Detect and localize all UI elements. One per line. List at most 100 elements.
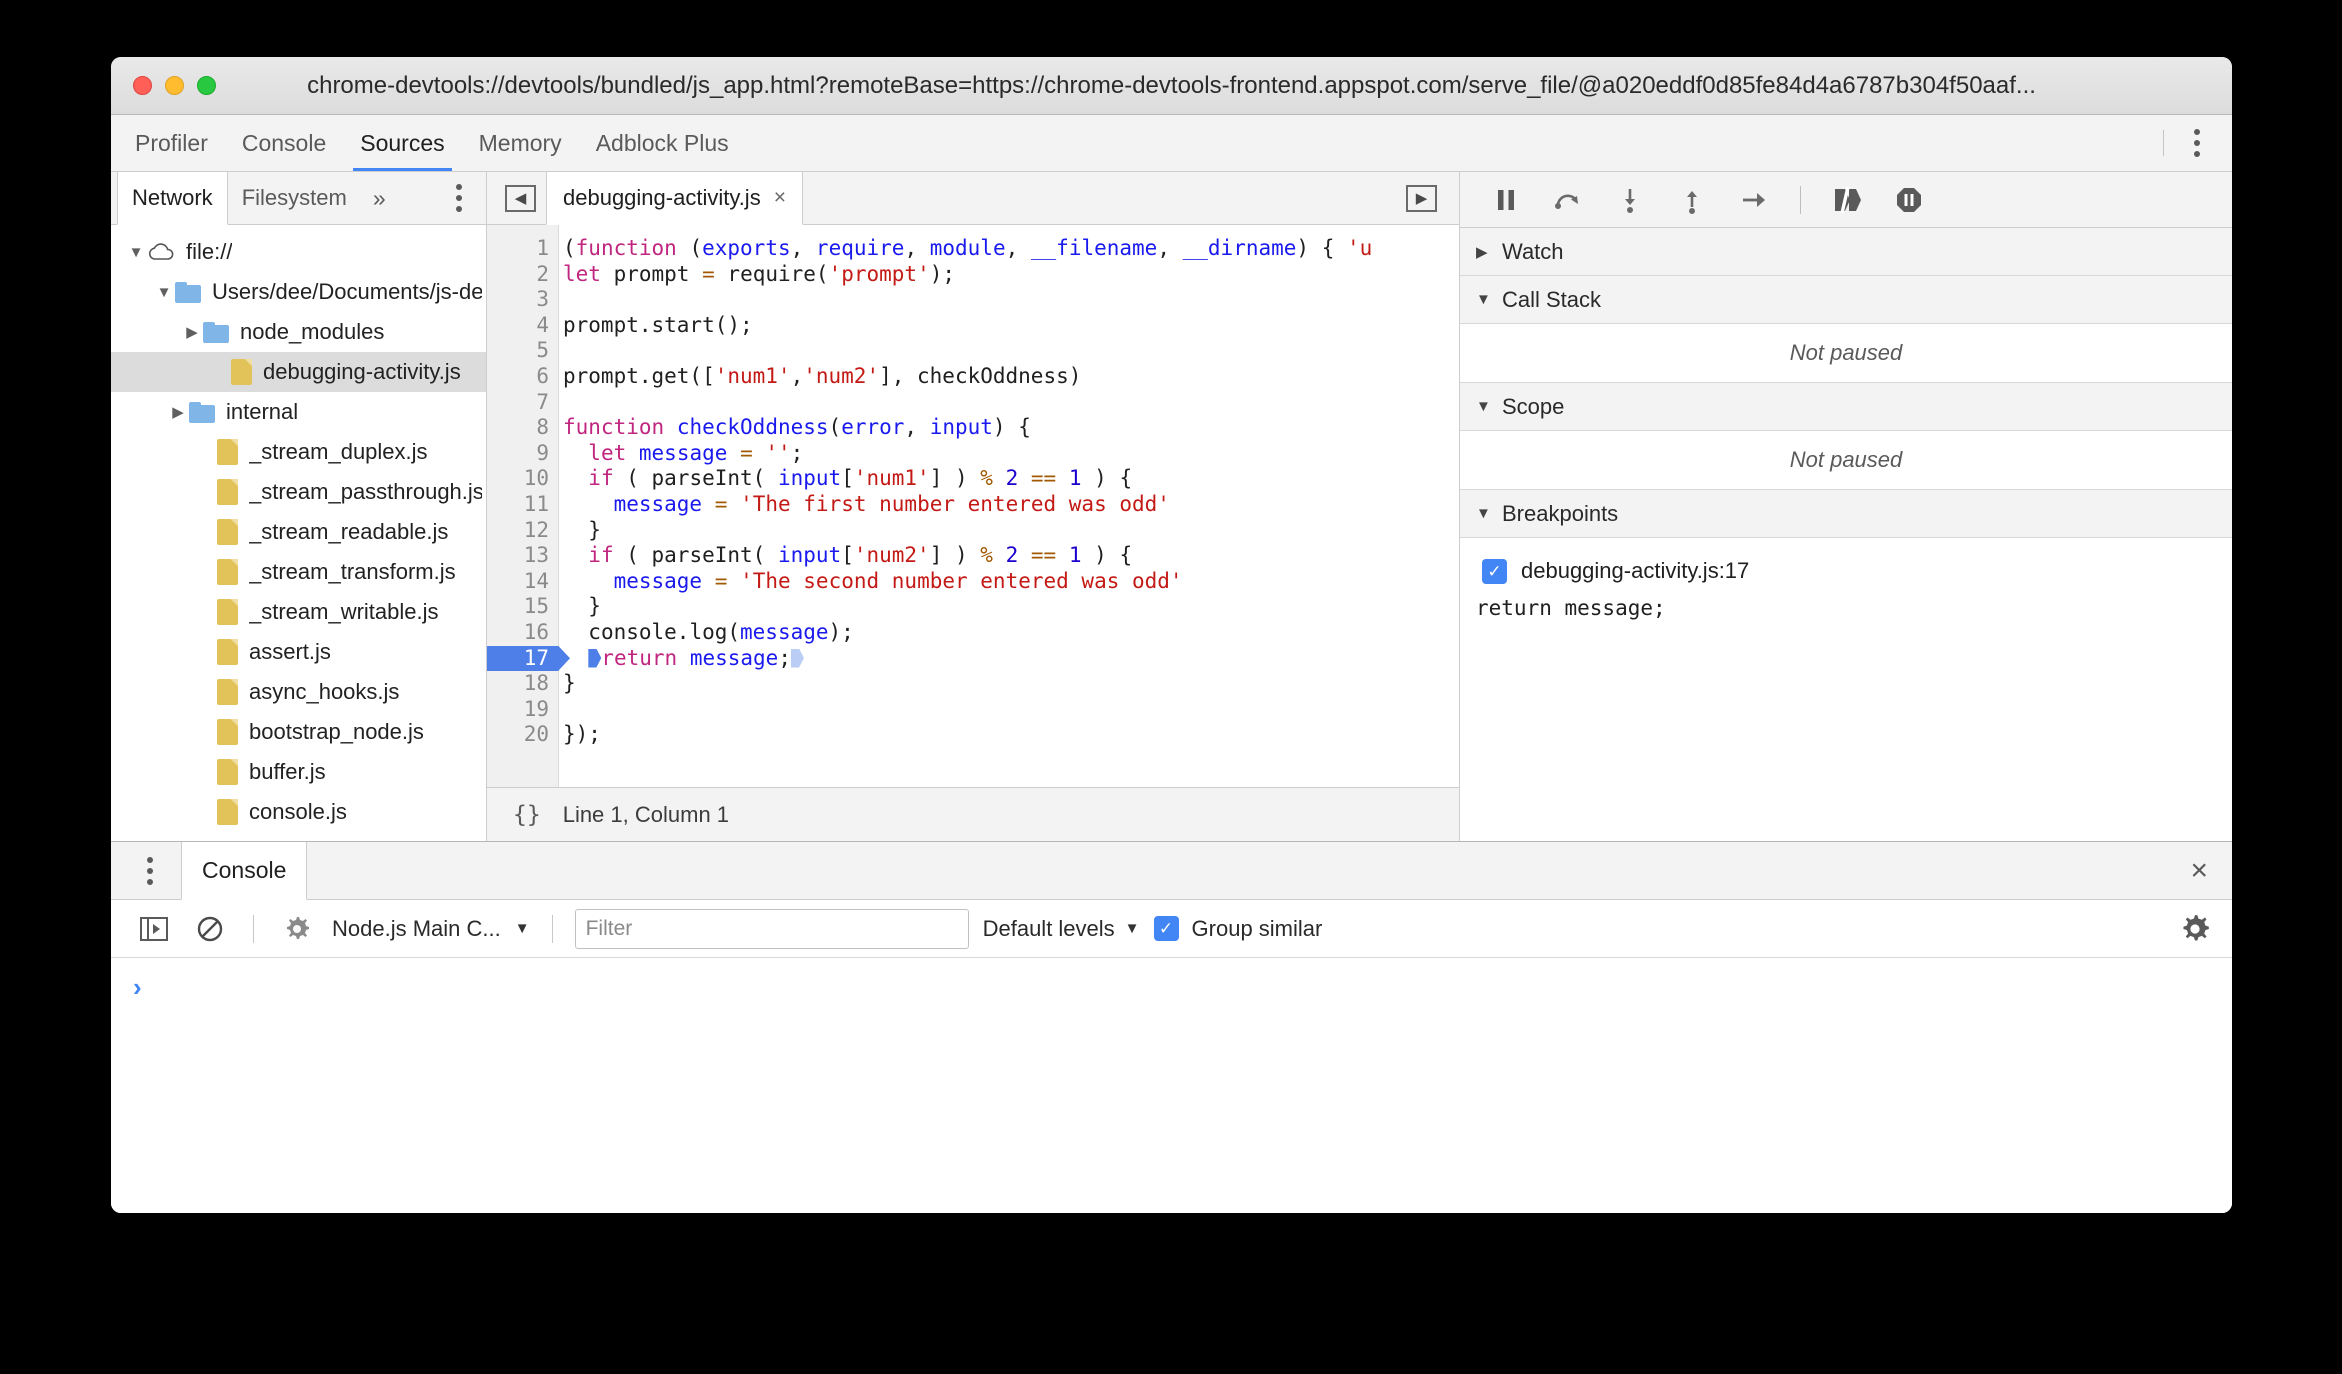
tree-item-console-js[interactable]: console.js — [111, 792, 486, 832]
breakpoint-enabled-checkbox[interactable]: ✓ — [1482, 558, 1507, 584]
twisty-collapsed-icon[interactable]: ▶ — [167, 405, 189, 420]
clear-console-icon[interactable] — [189, 909, 231, 949]
navigator-tab-filesystem[interactable]: Filesystem — [228, 172, 361, 224]
navigator-menu-kebab-icon[interactable] — [446, 172, 486, 224]
line-number-3[interactable]: 3 — [487, 287, 558, 313]
step-out-icon[interactable] — [1670, 180, 1714, 220]
section-header-call-stack[interactable]: ▼ Call Stack — [1460, 276, 2232, 324]
section-header-watch[interactable]: ▶ Watch — [1460, 228, 2232, 276]
tree-item-stream-readable-js[interactable]: _stream_readable.js — [111, 512, 486, 552]
tree-item-async-hooks-js[interactable]: async_hooks.js — [111, 672, 486, 712]
console-log-levels-dropdown[interactable]: Default levels ▼ — [983, 916, 1140, 942]
step-into-icon[interactable] — [1608, 180, 1652, 220]
console-context-selector[interactable]: Node.js Main C... — [332, 916, 501, 942]
tree-item-stream-writable-js[interactable]: _stream_writable.js — [111, 592, 486, 632]
line-number-14[interactable]: 14 — [487, 569, 558, 595]
tree-item-internal[interactable]: ▶ internal — [111, 392, 486, 432]
code-line-18[interactable]: } — [563, 671, 1459, 697]
code-line-7[interactable] — [563, 390, 1459, 416]
code-line-2[interactable]: let prompt = require('prompt'); — [563, 262, 1459, 288]
line-number-11[interactable]: 11 — [487, 492, 558, 518]
code-line-9[interactable]: let message = ''; — [563, 441, 1459, 467]
tab-adblock-plus[interactable]: Adblock Plus — [579, 115, 746, 171]
tree-item-stream-duplex-js[interactable]: _stream_duplex.js — [111, 432, 486, 472]
line-number-18[interactable]: 18 — [487, 671, 558, 697]
tree-item-bootstrap-node-js[interactable]: bootstrap_node.js — [111, 712, 486, 752]
line-number-4[interactable]: 4 — [487, 313, 558, 339]
close-icon[interactable]: × — [774, 186, 786, 210]
code-line-10[interactable]: if ( parseInt( input['num1'] ) % 2 == 1 … — [563, 466, 1459, 492]
panel-collapse-left-icon[interactable]: ◀ — [505, 184, 536, 212]
tree-item-assert-js[interactable]: assert.js — [111, 632, 486, 672]
code-editor[interactable]: 1 2 3 4 5 6 7 8 9 10 11 12 13 14 15 16 17 18 19 20 (functio… — [487, 225, 1459, 787]
drawer-menu-kebab-icon[interactable] — [119, 842, 181, 899]
code-line-19[interactable] — [563, 697, 1459, 723]
line-number-20[interactable]: 20 — [487, 722, 558, 748]
show-console-sidebar-icon[interactable] — [133, 909, 175, 949]
code-line-4[interactable]: prompt.start(); — [563, 313, 1459, 339]
chevron-down-icon[interactable]: ▼ — [1476, 398, 1491, 415]
tree-item-file-root[interactable]: ▼ file:// — [111, 232, 486, 272]
line-number-15[interactable]: 15 — [487, 594, 558, 620]
code-line-13[interactable]: if ( parseInt( input['num2'] ) % 2 == 1 … — [563, 543, 1459, 569]
editor-tab-debugging-activity-js[interactable]: debugging-activity.js × — [546, 172, 803, 225]
code-line-5[interactable] — [563, 338, 1459, 364]
line-number-17[interactable]: 17 — [487, 646, 570, 672]
group-similar-toggle[interactable]: ✓ Group similar — [1153, 916, 1322, 942]
twisty-expanded-icon[interactable]: ▼ — [153, 285, 175, 300]
line-number-2[interactable]: 2 — [487, 262, 558, 288]
line-number-9[interactable]: 9 — [487, 441, 558, 467]
code-line-3[interactable] — [563, 287, 1459, 313]
navigator-more-tabs-icon[interactable]: » — [361, 172, 398, 224]
tab-memory[interactable]: Memory — [462, 115, 579, 171]
twisty-collapsed-icon[interactable]: ▶ — [181, 325, 203, 340]
line-number-19[interactable]: 19 — [487, 697, 558, 723]
line-number-gutter[interactable]: 1 2 3 4 5 6 7 8 9 10 11 12 13 14 15 16 17 18 19 20 — [487, 225, 559, 787]
chevron-right-icon[interactable]: ▶ — [1476, 243, 1490, 261]
line-number-8[interactable]: 8 — [487, 415, 558, 441]
line-number-16[interactable]: 16 — [487, 620, 558, 646]
line-number-7[interactable]: 7 — [487, 390, 558, 416]
group-similar-checkbox[interactable]: ✓ — [1153, 916, 1179, 941]
console-settings-gear-icon[interactable] — [2180, 914, 2210, 944]
code-line-20[interactable]: }); — [563, 722, 1459, 748]
close-icon[interactable]: × — [2190, 842, 2232, 899]
code-line-8[interactable]: function checkOddness(error, input) { — [563, 415, 1459, 441]
step-arrow-icon[interactable] — [1732, 180, 1776, 220]
console-filter-input[interactable] — [574, 908, 969, 949]
drawer-tab-console[interactable]: Console — [181, 842, 308, 900]
code-line-14[interactable]: message = 'The second number entered was… — [563, 569, 1459, 595]
tab-console[interactable]: Console — [225, 115, 343, 171]
twisty-expanded-icon[interactable]: ▼ — [125, 245, 147, 260]
breakpoint-row[interactable]: ✓ debugging-activity.js:17 — [1460, 552, 2232, 590]
line-number-1[interactable]: 1 — [487, 236, 558, 262]
line-number-10[interactable]: 10 — [487, 466, 558, 492]
tree-item-stream-transform-js[interactable]: _stream_transform.js — [111, 552, 486, 592]
code-line-12[interactable]: } — [563, 518, 1459, 544]
line-number-5[interactable]: 5 — [487, 338, 558, 364]
line-number-13[interactable]: 13 — [487, 543, 558, 569]
step-over-icon[interactable] — [1546, 180, 1590, 220]
tree-item-buffer-js[interactable]: buffer.js — [111, 752, 486, 792]
line-number-12[interactable]: 12 — [487, 518, 558, 544]
code-line-1[interactable]: (function (exports, require, module, __f… — [563, 236, 1459, 262]
tree-item-stream-passthrough-js[interactable]: _stream_passthrough.js — [111, 472, 486, 512]
code-line-15[interactable]: } — [563, 594, 1459, 620]
section-header-breakpoints[interactable]: ▼ Breakpoints — [1460, 490, 2232, 538]
code-line-16[interactable]: console.log(message); — [563, 620, 1459, 646]
code-line-11[interactable]: message = 'The first number entered was … — [563, 492, 1459, 518]
console-output-area[interactable]: › — [111, 958, 2232, 1213]
tree-item-node-modules[interactable]: ▶ node_modules — [111, 312, 486, 352]
pretty-print-icon[interactable]: {} — [513, 802, 541, 828]
chevron-down-icon[interactable]: ▼ — [515, 920, 530, 937]
code-content[interactable]: (function (exports, require, module, __f… — [559, 225, 1459, 787]
tree-item-debugging-activity-js[interactable]: debugging-activity.js — [111, 352, 486, 392]
code-line-6[interactable]: prompt.get(['num1','num2'], checkOddness… — [563, 364, 1459, 390]
line-number-6[interactable]: 6 — [487, 364, 558, 390]
deactivate-breakpoints-icon[interactable] — [1825, 180, 1869, 220]
tree-item-users-dee-documents[interactable]: ▼ Users/dee/Documents/js-debu — [111, 272, 486, 312]
panel-expand-right-icon[interactable]: ▶ — [1406, 184, 1437, 212]
tab-profiler[interactable]: Profiler — [118, 115, 225, 171]
navigator-tab-network[interactable]: Network — [117, 172, 228, 225]
pause-icon[interactable] — [1484, 180, 1528, 220]
